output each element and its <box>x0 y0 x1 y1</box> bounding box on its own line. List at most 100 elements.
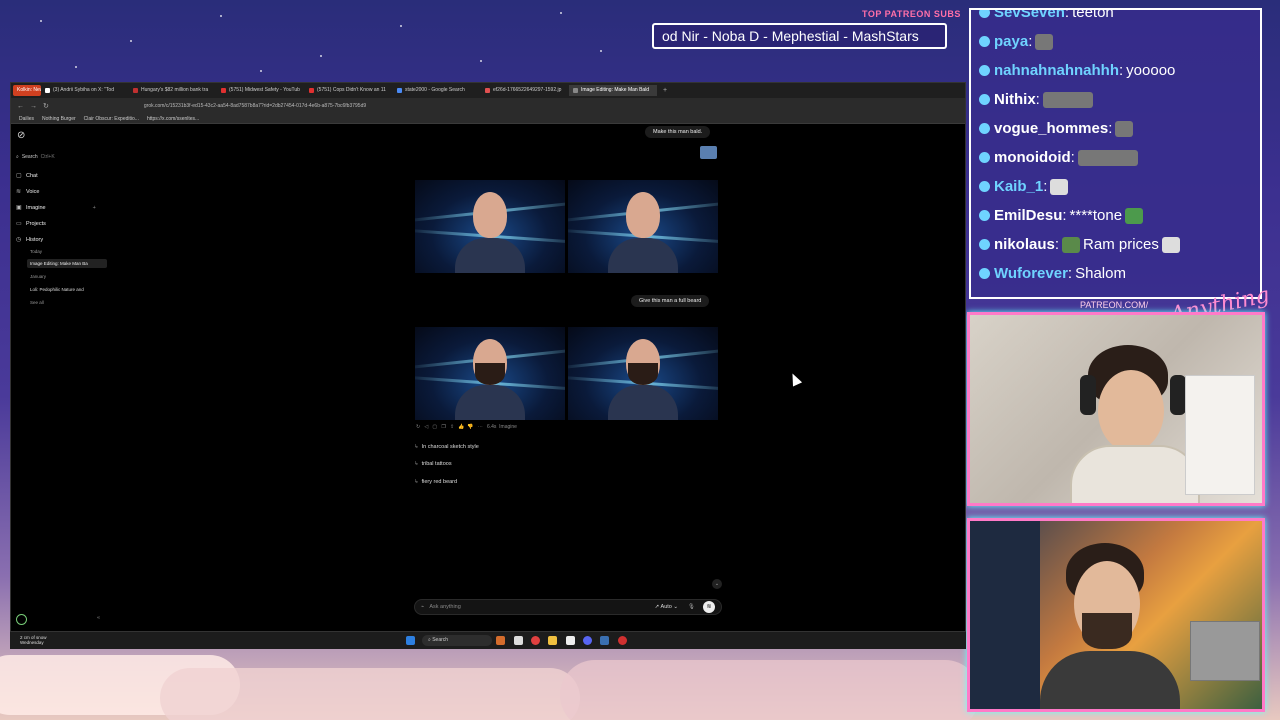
tab-hungary-bank[interactable]: Hungary's $82 million bank tra <box>129 85 217 96</box>
patreon-label: PATREON.COM/ <box>1080 300 1149 310</box>
chat-message: EmilDesu: ****tone <box>979 201 1252 230</box>
widget-icon[interactable] <box>496 636 505 645</box>
task-view-icon[interactable] <box>514 636 523 645</box>
grok-logo-icon[interactable]: ⊘ <box>17 130 25 141</box>
thumbs-down-icon[interactable]: 👎 <box>467 424 473 430</box>
steam-icon[interactable] <box>600 636 609 645</box>
taskbar-search[interactable]: ⌕ Search <box>422 635 492 646</box>
emote-icon <box>1125 207 1144 224</box>
voice-mode-button[interactable]: ≋ <box>703 601 715 613</box>
windows-start-icon[interactable] <box>406 636 415 645</box>
chat-username: nikolaus <box>994 236 1055 253</box>
more-icon[interactable]: ⋯ <box>478 424 483 430</box>
chat-username: Kaib_1 <box>994 178 1044 195</box>
user-avatar[interactable] <box>16 614 27 625</box>
webcam-host-1 <box>967 312 1265 506</box>
chat-badge-icon <box>979 152 990 163</box>
suggestion-label: In charcoal sketch style <box>421 444 479 450</box>
weather-widget[interactable]: 2 cm of snow Wednesday <box>20 635 47 645</box>
chat-message: Kaib_1: <box>979 172 1252 201</box>
sidebar-item-imagine[interactable]: ▣ Imagine + <box>16 204 96 212</box>
bookmark-x-link[interactable]: https://x.com/ssenltes... <box>147 116 199 122</box>
tab-label: Image Editing: Make Man Bald <box>581 87 650 93</box>
history-item-january[interactable]: Loli: Pedophilic Nature and <box>30 287 84 292</box>
discord-icon[interactable] <box>583 636 592 645</box>
history-see-all-link[interactable]: See all <box>30 300 44 305</box>
collapse-sidebar-icon[interactable]: « <box>97 615 100 621</box>
sidebar-item-label: Chat <box>26 172 38 179</box>
emote-icon <box>1077 149 1138 166</box>
chat-message: Nithix: <box>979 85 1252 114</box>
add-icon[interactable]: + <box>93 205 96 211</box>
tab-image-file[interactable]: ef26d-1766522649297-1592.jp <box>481 85 569 96</box>
generated-image[interactable] <box>415 327 565 420</box>
tab-youtube-cops[interactable]: (5751) Cops Didn't Know an 11 <box>305 85 393 96</box>
regenerate-icon[interactable]: ↻ <box>416 424 420 430</box>
tab-kolkin-news[interactable]: Kolkin: News <box>13 85 41 96</box>
forward-icon[interactable]: → <box>30 103 37 110</box>
chat-message: Wuforever: Shalom <box>979 259 1252 288</box>
mic-icon[interactable]: 🎙 <box>688 604 695 610</box>
comment-icon[interactable]: ▢ <box>432 424 437 430</box>
history-item-image-editing[interactable]: Image Editing: Make Man Ba <box>30 261 88 266</box>
share-icon[interactable]: ⇪ <box>450 424 454 430</box>
sidebar-search[interactable]: ⌕ Search Ctrl+K <box>16 152 106 162</box>
speaker-icon[interactable]: ◁ <box>424 424 428 430</box>
obs-icon[interactable] <box>618 636 627 645</box>
suggestion-item[interactable]: ↳ In charcoal sketch style <box>414 444 479 450</box>
input-placeholder: Ask anything <box>429 604 461 610</box>
attach-icon[interactable]: ⌁ <box>421 604 424 610</box>
attached-image-thumbnail[interactable] <box>700 146 717 159</box>
chat-badge-icon <box>979 10 990 18</box>
tab-label: state2000 - Google Search <box>405 87 465 93</box>
suggestion-item[interactable]: ↳ tribal tattoos <box>414 461 452 467</box>
sidebar-item-projects[interactable]: ▭ Projects <box>16 220 46 228</box>
chat-username: monoidoid <box>994 149 1071 166</box>
bookmark-nothing-burger[interactable]: Nothing Burger <box>42 116 76 122</box>
sidebar-item-history[interactable]: ◷ History <box>16 236 43 244</box>
generated-image[interactable] <box>415 180 565 273</box>
chat-input[interactable]: ⌁ Ask anything ➚ Auto ⌄ 🎙 ≋ <box>414 599 722 615</box>
url-field[interactable]: grok.com/c/15231b3f-ed15-43c2-aa54-8ad75… <box>144 103 366 109</box>
model-mode-dropdown[interactable]: ➚ Auto ⌄ <box>655 604 678 610</box>
search-label: Search <box>21 154 38 160</box>
chat-badge-icon <box>979 65 990 76</box>
chat-text: Ram prices <box>1083 236 1159 253</box>
sidebar-item-label: Voice <box>26 188 40 195</box>
generated-image[interactable] <box>568 327 718 420</box>
sidebar-item-voice[interactable]: ≋ Voice <box>16 188 40 196</box>
tab-grok-image-editing[interactable]: Image Editing: Make Man Bald <box>569 85 657 96</box>
generated-image[interactable] <box>568 180 718 273</box>
thumbs-up-icon[interactable]: 👍 <box>458 424 464 430</box>
sidebar-item-label: Imagine <box>26 204 46 211</box>
bookmark-clair-obscur[interactable]: Clair Obscur: Expeditio... <box>84 116 139 122</box>
tab-google-search[interactable]: state2000 - Google Search <box>393 85 481 96</box>
chat-badge-icon <box>979 268 990 279</box>
top-subs-title: TOP PATREON SUBS <box>862 9 961 19</box>
reload-icon[interactable]: ↻ <box>43 102 49 110</box>
chat-text: yooooo <box>1126 62 1176 79</box>
stream-chat-panel: SevSeven: teeton paya: nahnahnahnahhh: y… <box>969 8 1262 299</box>
new-tab-icon[interactable]: + <box>663 87 667 94</box>
tab-label: ef26d-1766522649297-1592.jp <box>493 87 562 93</box>
chat-message: vogue_hommes: <box>979 114 1252 143</box>
app-icon[interactable] <box>566 636 575 645</box>
response-actions: ↻ ◁ ▢ ❐ ⇪ 👍 👎 ⋯ 6.4s Imagine <box>416 424 517 430</box>
news-favicon-icon <box>133 88 138 93</box>
tab-bar: Kolkin: News (3) Andrii Sybiha on X: "To… <box>11 83 965 98</box>
sidebar-item-chat[interactable]: ▢ Chat <box>16 172 38 180</box>
bookmark-dailies[interactable]: Dailies <box>19 116 34 122</box>
chrome-icon[interactable] <box>531 636 540 645</box>
tab-youtube-midwest[interactable]: (5751) Midwest Safety - YouTub <box>217 85 305 96</box>
suggestion-item[interactable]: ↳ fiery red beard <box>414 479 457 485</box>
file-explorer-icon[interactable] <box>548 636 557 645</box>
back-icon[interactable]: ← <box>17 103 24 110</box>
suggestion-arrow-icon: ↳ <box>414 444 419 450</box>
tab-x-post[interactable]: (3) Andrii Sybiha on X: "Tod <box>41 85 129 96</box>
subs-ticker: od Nir - Noba D - Mephestial - MashStars <box>652 23 947 49</box>
rocket-icon: ➚ <box>654 604 660 610</box>
chat-text: teeton <box>1072 8 1114 21</box>
search-icon: ⌕ <box>16 154 19 160</box>
scroll-down-icon[interactable]: ⌄ <box>712 579 722 589</box>
copy-icon[interactable]: ❐ <box>441 424 445 430</box>
